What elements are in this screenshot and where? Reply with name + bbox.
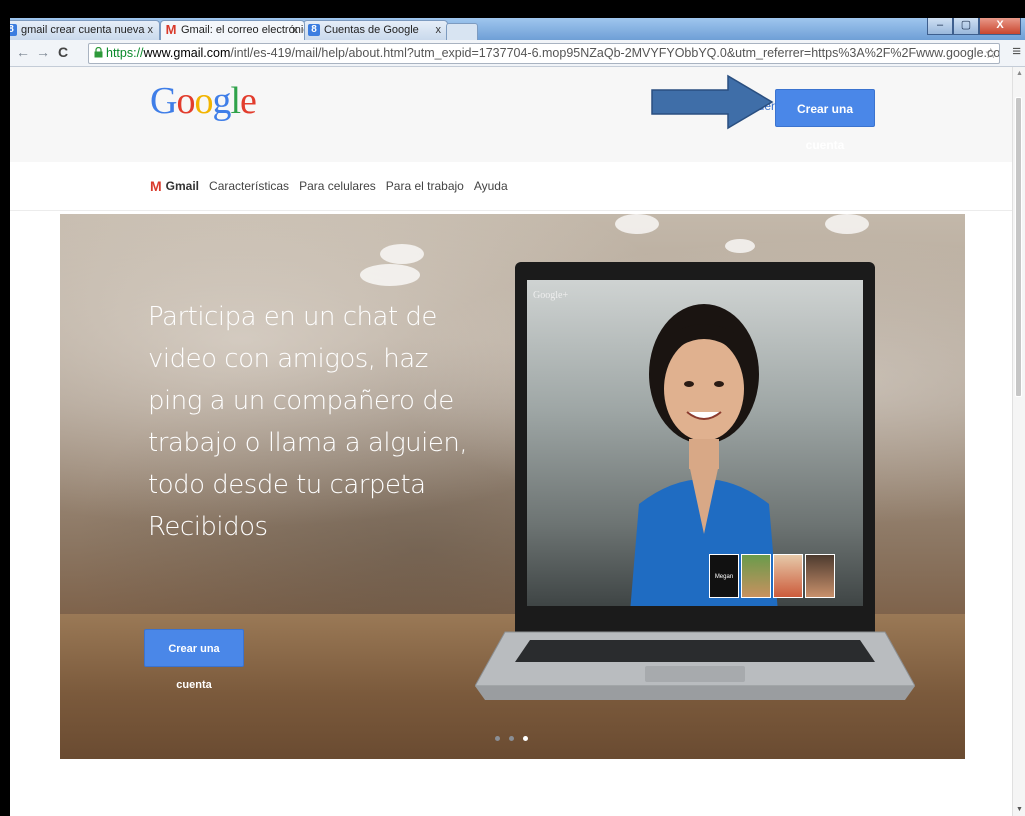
url-path: /intl/es-419/mail/help/about.html?utm_ex… [230,46,1000,60]
google-favicon-icon: 8 [308,24,320,36]
hero-banner: Participa en un chat de video con amigos… [60,214,965,759]
hero-headline: Participa en un chat de video con amigos… [148,302,468,542]
nav-link-caracteristicas[interactable]: Características [209,179,289,193]
browser-toolbar: ← → C https://www.gmail.com/intl/es-419/… [10,40,1025,67]
close-tab-icon[interactable]: x [293,21,299,40]
back-icon[interactable]: ← [16,44,30,60]
nav-link-celulares[interactable]: Para celulares [299,179,376,193]
url-host: www.gmail.com [143,46,231,60]
maximize-button[interactable]: ▢ [953,18,979,35]
gmail-brand[interactable]: M Gmail [150,178,199,194]
window-controls: – ▢ X [927,18,1021,36]
scrollbar-thumb[interactable] [1015,97,1022,397]
tab-gmail-correo[interactable]: M Gmail: el correo electrónic x [160,20,305,40]
gmail-m-icon: M [150,178,162,194]
nav-link-trabajo[interactable]: Para el trabajo [386,179,464,193]
google-logo[interactable]: Google [150,79,257,123]
thumbnail-participant [773,554,803,598]
carousel-dot-active[interactable] [523,736,528,741]
minimize-button[interactable]: – [927,18,953,35]
thumbnail-megan: Megan [709,554,739,598]
gmail-favicon-icon: M [165,22,177,37]
tab-label: gmail crear cuenta nueva [21,24,145,36]
video-thumbnails: Megan [709,554,835,598]
close-window-button[interactable]: X [979,18,1021,35]
close-tab-icon[interactable]: x [148,21,154,40]
tab-gmail-crear-cuenta[interactable]: 8 gmail crear cuenta nueva x [10,20,160,40]
reload-icon[interactable]: C [58,44,68,60]
thumbnail-participant [741,554,771,598]
product-nav: M Gmail Características Para celulares Pa… [10,162,1013,211]
close-tab-icon[interactable]: x [436,21,442,40]
nav-links: M Gmail Características Para celulares Pa… [150,178,508,194]
google-plus-label: Google+ [533,290,569,301]
nav-link-ayuda[interactable]: Ayuda [474,179,508,193]
url-scheme: https:// [106,46,144,60]
scroll-up-icon[interactable]: ▲ [1016,70,1023,77]
url-text: https://www.gmail.com/intl/es-419/mail/h… [106,44,1000,63]
tab-label: Gmail: el correo electrónic [181,24,305,36]
vertical-scrollbar[interactable]: ▲ ▼ [1012,67,1025,816]
new-tab-button[interactable] [446,23,478,41]
lock-icon [94,47,103,58]
thumbnail-participant [805,554,835,598]
address-bar[interactable]: https://www.gmail.com/intl/es-419/mail/h… [88,43,1000,64]
carousel-dots [495,736,528,741]
title-bar: 8 gmail crear cuenta nueva x M Gmail: el… [10,18,1025,41]
video-call-screen: Google+ Megan [527,280,863,606]
tab-cuentas-google[interactable]: 8 Cuentas de Google x [303,20,448,40]
browser-window: 8 gmail crear cuenta nueva x M Gmail: el… [10,18,1025,816]
forward-icon[interactable]: → [36,44,50,60]
create-account-button-hero[interactable]: Crear una cuenta [144,629,244,691]
chrome-menu-icon[interactable]: ≡ [1012,43,1021,60]
annotation-arrow-icon [651,74,774,130]
laptop-base [475,631,915,700]
carousel-dot[interactable] [495,736,500,741]
carousel-dot[interactable] [509,736,514,741]
create-account-button-top[interactable]: Crear una cuenta [775,89,875,152]
tab-label: Cuentas de Google [324,24,419,36]
google-favicon-icon: 8 [10,24,17,36]
bookmark-star-icon[interactable]: ☆ [984,44,997,63]
scroll-down-icon[interactable]: ▼ [1016,806,1023,813]
